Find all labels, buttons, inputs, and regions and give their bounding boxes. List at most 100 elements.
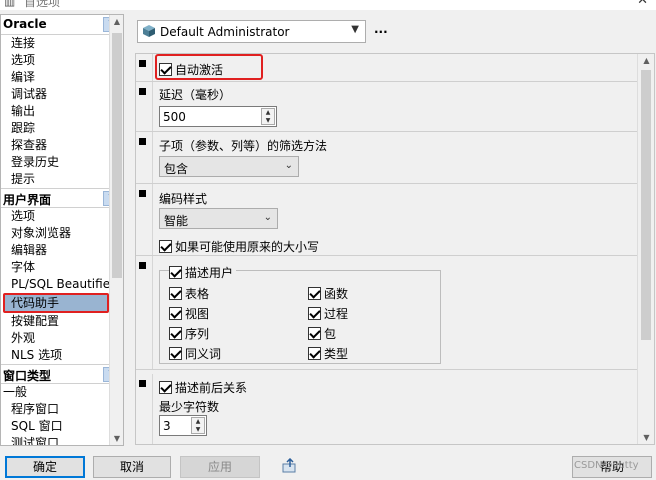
highlight-auto-activate	[155, 54, 263, 80]
title-bar: ▥ 首选项 ✕	[0, 0, 656, 10]
checkbox-checked-icon[interactable]	[169, 266, 182, 279]
type-function-checkbox[interactable]: 函数	[308, 285, 348, 302]
scroll-up-icon[interactable]: ▲	[110, 17, 123, 26]
row-marker	[139, 138, 146, 145]
tree-item[interactable]: 对象浏览器	[1, 225, 123, 242]
checkbox-checked-icon[interactable]	[308, 327, 321, 340]
checkbox-checked-icon[interactable]	[169, 347, 182, 360]
option-code-case: 编码样式 智能 ⌄ 如果可能使用原来的大小写	[136, 184, 639, 256]
close-icon[interactable]: ✕	[637, 0, 648, 8]
scrollbar-thumb[interactable]	[641, 70, 651, 340]
tree-item[interactable]: SQL 窗口	[1, 418, 123, 435]
profile-value: Default Administrator	[160, 25, 290, 39]
row-marker	[139, 262, 146, 269]
tree-item[interactable]: 编辑器	[1, 242, 123, 259]
checkbox-checked-icon[interactable]	[308, 307, 321, 320]
window-title: 首选项	[24, 0, 61, 9]
options-scrollbar[interactable]: ▲ ▼	[637, 54, 654, 444]
tree-item[interactable]: 测试窗口	[1, 435, 123, 445]
spinner-buttons[interactable]: ▲ ▼	[261, 108, 275, 125]
checkbox-checked-icon[interactable]	[169, 327, 182, 340]
spin-up-icon[interactable]: ▲	[192, 418, 204, 426]
tree-item[interactable]: PL/SQL Beautifier	[1, 276, 123, 293]
chevron-down-icon: ⌄	[284, 160, 293, 171]
scroll-up-icon[interactable]: ▲	[638, 56, 654, 65]
min-chars-value: 3	[163, 419, 171, 433]
preferences-tree: Oracle ▼ 连接 选项 编译 调试器 输出 跟踪 探查器 登录历史 提示 …	[0, 14, 124, 446]
option-delay: 延迟（毫秒） 500 ▲ ▼	[136, 82, 639, 132]
chevron-down-icon: ▼	[351, 24, 359, 35]
checkbox-checked-icon[interactable]	[169, 287, 182, 300]
delay-value: 500	[163, 110, 186, 124]
tree-scrollbar[interactable]: ▲ ▼	[109, 15, 123, 445]
min-chars-spinner[interactable]: 3 ▲ ▼	[159, 415, 207, 436]
tree-item[interactable]: NLS 选项	[1, 347, 123, 364]
cube-icon	[143, 25, 155, 37]
more-button[interactable]: ...	[374, 22, 388, 36]
row-marker	[139, 60, 146, 67]
tree-item[interactable]: 跟踪	[1, 120, 123, 137]
type-type-checkbox[interactable]: 类型	[308, 345, 348, 362]
type-synonym-checkbox[interactable]: 同义词	[169, 345, 221, 362]
section-window-types[interactable]: 窗口类型 ▼	[1, 364, 123, 384]
tree-item[interactable]: 外观	[1, 330, 123, 347]
checkbox-checked-icon[interactable]	[159, 381, 172, 394]
section-oracle[interactable]: Oracle ▼	[1, 15, 123, 35]
tree-item[interactable]: 登录历史	[1, 154, 123, 171]
spinner-buttons[interactable]: ▲ ▼	[191, 417, 205, 434]
checkbox-checked-icon[interactable]	[308, 347, 321, 360]
scrollbar-thumb[interactable]	[112, 33, 122, 278]
export-icon[interactable]	[281, 458, 299, 474]
describe-context-label: 描述前后关系	[175, 381, 248, 395]
checkbox-checked-icon[interactable]	[169, 307, 182, 320]
option-describe-users: 描述用户 表格 函数 视图 过程 序列 包 同义词 类型	[136, 256, 639, 370]
describe-users-label: 描述用户	[185, 266, 234, 280]
tree-item[interactable]: 编译	[1, 69, 123, 86]
type-package-checkbox[interactable]: 包	[308, 325, 336, 342]
cancel-button[interactable]: 取消	[93, 456, 171, 478]
spin-down-icon[interactable]: ▼	[192, 426, 204, 434]
scroll-down-icon[interactable]: ▼	[110, 434, 123, 443]
option-describe-context: 描述前后关系 最少字符数 3 ▲ ▼	[136, 374, 639, 444]
options-panel: 自动激活 延迟（毫秒） 500 ▲ ▼ 子项（参数、列等）的筛选方法 包含 ⌄ …	[135, 53, 655, 445]
case-value: 智能	[164, 214, 189, 228]
tree-item[interactable]: 探查器	[1, 137, 123, 154]
describe-users-checkbox[interactable]: 描述用户	[169, 264, 237, 281]
tree-item[interactable]: 选项	[1, 52, 123, 69]
case-select[interactable]: 智能 ⌄	[159, 208, 278, 229]
tree-item[interactable]: 选项	[1, 208, 123, 225]
type-sequence-checkbox[interactable]: 序列	[169, 325, 209, 342]
min-chars-label: 最少字符数	[159, 400, 220, 414]
spin-down-icon[interactable]: ▼	[262, 117, 274, 125]
tree-item[interactable]: 一般	[1, 384, 123, 401]
tree-item[interactable]: 程序窗口	[1, 401, 123, 418]
type-procedure-checkbox[interactable]: 过程	[308, 305, 348, 322]
row-marker	[139, 190, 146, 197]
tree-item-code-assistant[interactable]: 代码助手	[3, 293, 109, 313]
type-view-checkbox[interactable]: 视图	[169, 305, 209, 322]
tree-item[interactable]: 调试器	[1, 86, 123, 103]
checkbox-checked-icon[interactable]	[159, 240, 172, 253]
filter-label: 子项（参数、列等）的筛选方法	[159, 139, 328, 153]
describe-context-checkbox[interactable]: 描述前后关系	[159, 379, 247, 396]
app-icon: ▥	[4, 0, 16, 8]
filter-value: 包含	[164, 162, 189, 176]
original-case-label: 如果可能使用原来的大小写	[175, 240, 320, 254]
type-table-checkbox[interactable]: 表格	[169, 285, 209, 302]
row-marker	[139, 380, 146, 387]
spin-up-icon[interactable]: ▲	[262, 109, 274, 117]
profile-dropdown[interactable]: Default Administrator ▼	[137, 20, 366, 43]
filter-method-select[interactable]: 包含 ⌄	[159, 156, 299, 177]
original-case-checkbox[interactable]: 如果可能使用原来的大小写	[159, 238, 319, 255]
section-user-interface[interactable]: 用户界面 ▼	[1, 188, 123, 208]
row-marker	[139, 88, 146, 95]
tree-item[interactable]: 提示	[1, 171, 123, 188]
checkbox-checked-icon[interactable]	[308, 287, 321, 300]
tree-item[interactable]: 按键配置	[1, 313, 123, 330]
tree-item[interactable]: 字体	[1, 259, 123, 276]
ok-button[interactable]: 确定	[5, 456, 85, 478]
scroll-down-icon[interactable]: ▼	[638, 433, 654, 442]
delay-spinner[interactable]: 500 ▲ ▼	[159, 106, 277, 127]
tree-item[interactable]: 连接	[1, 35, 123, 52]
tree-item[interactable]: 输出	[1, 103, 123, 120]
